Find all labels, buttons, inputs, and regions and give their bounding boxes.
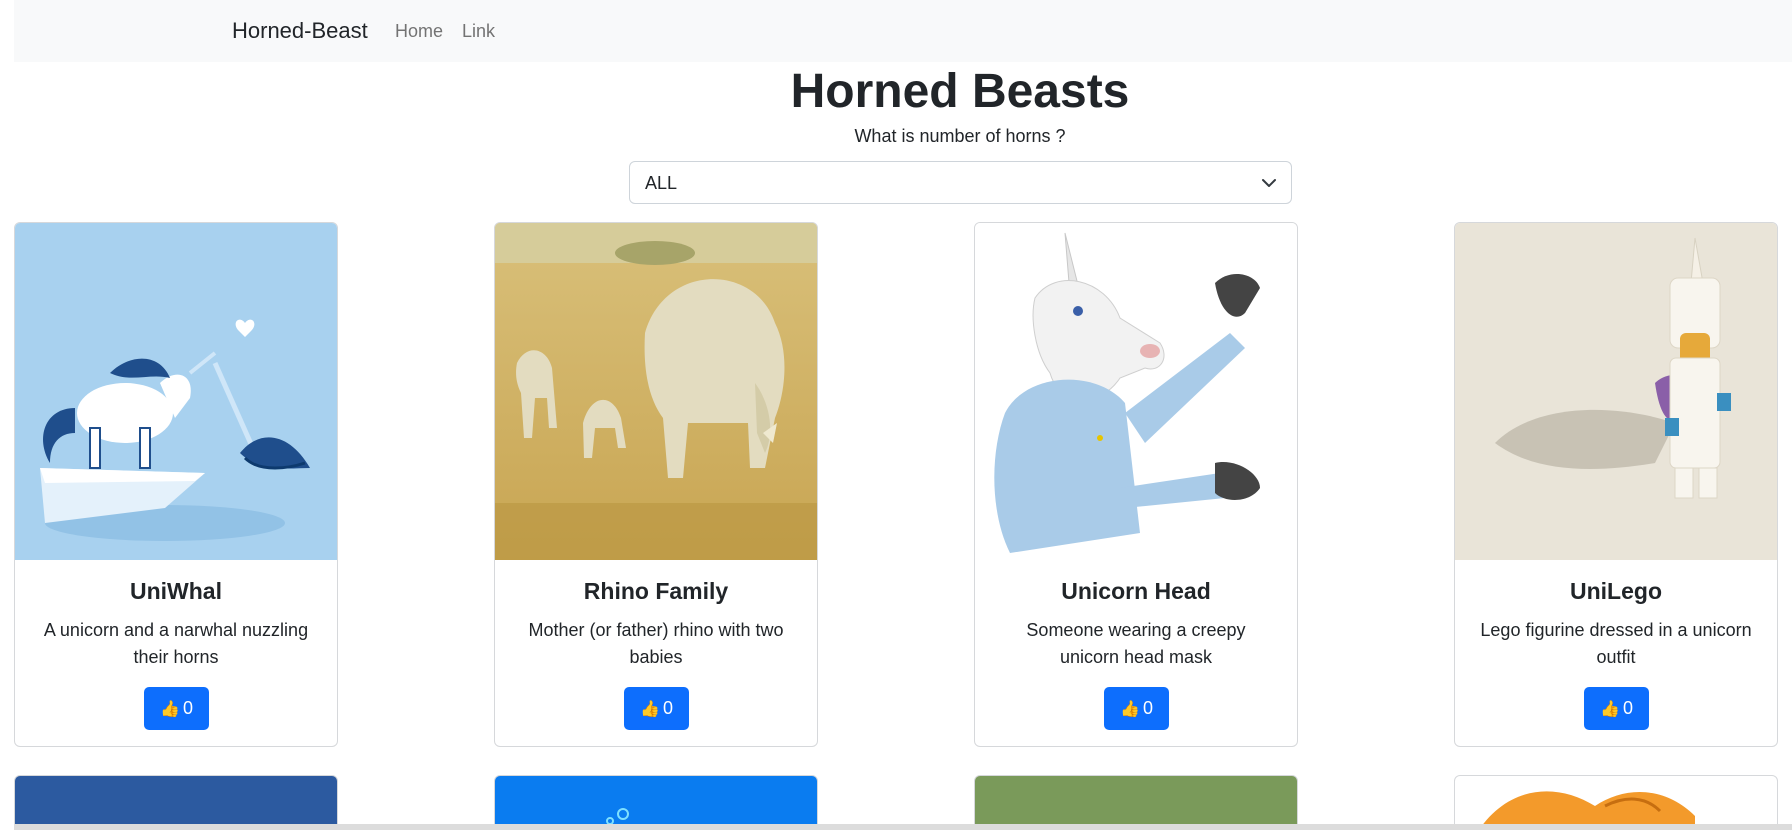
thumbs-up-icon: 👍	[160, 700, 180, 718]
vote-count: 0	[182, 698, 193, 718]
vote-count: 0	[1622, 698, 1633, 718]
beast-title: UniWhal	[130, 578, 222, 604]
nav-link-link[interactable]: Link	[462, 21, 495, 42]
beast-description: A unicorn and a narwhal nuzzling their h…	[43, 620, 309, 667]
horizontal-scrollbar[interactable]	[14, 824, 1792, 830]
vote-button[interactable]: 👍 0	[624, 687, 689, 730]
beast-image-unicorn-head[interactable]	[975, 223, 1297, 560]
vote-button[interactable]: 👍 0	[1584, 687, 1649, 730]
beast-description: Mother (or father) rhino with two babies	[528, 620, 784, 667]
beast-title: UniLego	[1570, 578, 1662, 604]
vote-count: 0	[1142, 698, 1153, 718]
beast-image-uniwhal[interactable]	[15, 223, 337, 560]
beast-description: Lego figurine dressed in a unicorn outfi…	[1480, 620, 1752, 667]
thumbs-up-icon: 👍	[1120, 700, 1140, 718]
nav-link-home[interactable]: Home	[395, 21, 443, 42]
beast-image-rhino-family[interactable]	[495, 223, 817, 560]
vote-button[interactable]: 👍 0	[144, 687, 209, 730]
horns-question-label: What is number of horns ?	[854, 126, 1066, 146]
beast-card-rhino-family: Rhino Family Mother (or father) rhino wi…	[494, 222, 818, 747]
beast-image-unilego[interactable]	[1455, 223, 1777, 560]
beast-description: Someone wearing a creepy unicorn head ma…	[1026, 620, 1246, 667]
beast-title: Rhino Family	[583, 578, 729, 604]
navbar: Horned-Beast Home Link	[14, 0, 1792, 62]
beast-card-uniwhal: UniWhal A unicorn and a narwhal nuzzling…	[14, 222, 338, 747]
beast-card-unilego: UniLego Lego figurine dressed in a unico…	[1454, 222, 1778, 747]
beast-card-row2-3[interactable]	[974, 775, 1298, 830]
beast-card-row2-4[interactable]	[1454, 775, 1778, 830]
beast-card-row2-2[interactable]	[494, 775, 818, 830]
page-title: Horned Beasts	[790, 65, 1130, 118]
thumbs-up-icon: 👍	[1600, 700, 1620, 718]
select-value: ALL	[645, 173, 678, 193]
horns-filter-select[interactable]: ALL	[629, 161, 1292, 204]
navbar-brand[interactable]: Horned-Beast	[232, 18, 368, 44]
beast-image-row2-4	[1479, 791, 1695, 830]
chevron-down-icon	[1262, 179, 1276, 187]
beast-title: Unicorn Head	[1061, 578, 1211, 604]
beast-image-row2-2	[606, 808, 629, 825]
beast-card-row2-1[interactable]	[14, 775, 338, 830]
beast-card-unicorn-head: Unicorn Head Someone wearing a creepy un…	[974, 222, 1298, 747]
vote-button[interactable]: 👍 0	[1104, 687, 1169, 730]
vote-count: 0	[662, 698, 673, 718]
thumbs-up-icon: 👍	[640, 700, 660, 718]
